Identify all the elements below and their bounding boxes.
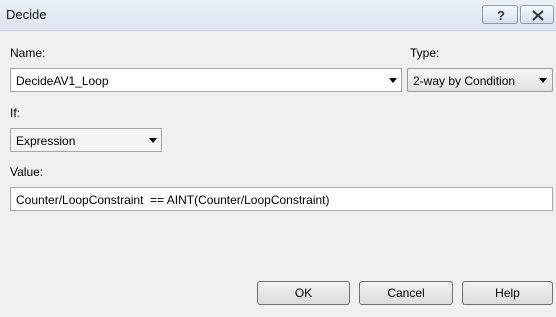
name-label: Name: — [10, 46, 46, 60]
value-text: Counter/LoopConstraint == AINT(Counter/L… — [16, 193, 330, 207]
title-bar: Decide ? — [0, 0, 556, 31]
help-button[interactable]: ? — [482, 5, 518, 24]
close-x-icon — [532, 10, 544, 21]
type-dropdown[interactable]: 2-way by Condition — [407, 68, 553, 92]
if-dropdown[interactable]: Expression — [10, 128, 162, 152]
help-button-bottom[interactable]: Help — [462, 281, 553, 305]
cancel-button[interactable]: Cancel — [359, 281, 453, 305]
if-label: If: — [10, 106, 21, 120]
name-value: DecideAV1_Loop — [16, 74, 109, 88]
ok-button[interactable]: OK — [257, 281, 350, 305]
type-label: Type: — [410, 46, 440, 60]
type-value: 2-way by Condition — [413, 74, 516, 88]
value-label: Value: — [10, 165, 44, 179]
name-combobox[interactable]: DecideAV1_Loop — [10, 68, 402, 92]
question-mark-icon: ? — [497, 8, 505, 23]
if-value: Expression — [16, 134, 76, 148]
value-input[interactable]: Counter/LoopConstraint == AINT(Counter/L… — [10, 187, 553, 211]
chevron-down-icon — [539, 78, 547, 83]
chevron-down-icon — [389, 78, 397, 83]
svg-text:?: ? — [497, 8, 505, 23]
window-title: Decide — [6, 7, 47, 22]
close-button[interactable] — [520, 5, 554, 24]
chevron-down-icon — [149, 138, 157, 143]
